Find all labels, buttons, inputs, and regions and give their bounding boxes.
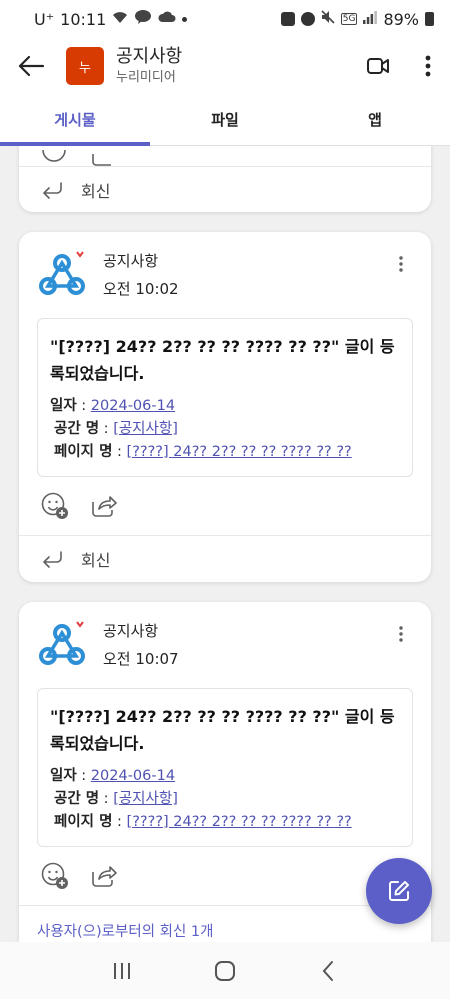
network-type-badge: 5G (340, 13, 358, 25)
more-vertical-icon (399, 626, 403, 642)
team-name: 누리미디어 (116, 70, 176, 85)
post-author[interactable]: 공지사항 (103, 620, 179, 642)
tab-apps-label: 앱 (368, 111, 382, 129)
reply-arrow-icon (43, 550, 62, 568)
status-bar: U⁺ 10:11 5G 89% (0, 0, 450, 38)
notice-title: "[????] 24?? 2?? ?? ?? ???? ?? ??" 글이 등록… (50, 337, 395, 383)
space-link[interactable]: [공지사항] (113, 421, 178, 437)
more-vertical-icon (399, 256, 403, 272)
post-card-partial: 회신 (19, 146, 431, 212)
talk-icon (134, 10, 152, 28)
page-row: 페이지 명 : [????] 24?? 2?? ?? ?? ???? ?? ?? (54, 444, 352, 460)
system-navigation-bar (0, 942, 450, 999)
compose-icon (389, 881, 409, 901)
home-icon (214, 960, 235, 981)
space-link[interactable]: [공지사항] (113, 791, 178, 807)
chevron-left-icon (322, 960, 334, 981)
date-link[interactable]: 2024-06-14 (91, 768, 175, 784)
date-link[interactable]: 2024-06-14 (91, 398, 175, 414)
add-reaction-icon[interactable] (41, 492, 69, 520)
adaptive-card: "[????] 24?? 2?? ?? ?? ???? ?? ??" 글이 등록… (37, 318, 413, 477)
team-avatar-initial: 누 (79, 60, 91, 76)
add-reaction-icon[interactable] (41, 150, 69, 166)
nfc-icon (280, 12, 295, 26)
tab-posts[interactable]: 게시물 (0, 94, 150, 146)
page-row: 페이지 명 : [????] 24?? 2?? ?? ?? ???? ?? ?? (54, 814, 352, 830)
arrow-left-icon (18, 55, 45, 77)
home-button[interactable] (205, 951, 245, 991)
page-label: 페이지 명 (54, 444, 113, 460)
more-vertical-icon (425, 55, 431, 77)
more-options-button[interactable] (406, 38, 450, 94)
reply-button[interactable]: 회신 (19, 535, 431, 581)
system-back-button[interactable] (308, 951, 348, 991)
share-icon[interactable] (91, 154, 117, 166)
page-link[interactable]: [????] 24?? 2?? ?? ?? ???? ?? ?? (127, 444, 352, 460)
reply-label: 회신 (81, 550, 111, 570)
replies-count-label: 사용자(으)로부터의 회신 1개 (37, 924, 214, 940)
tab-apps[interactable]: 앱 (300, 94, 450, 145)
mute-icon (321, 10, 335, 28)
tab-files[interactable]: 파일 (150, 94, 300, 145)
share-icon[interactable] (91, 864, 117, 888)
post-time: 오전 10:07 (103, 650, 179, 668)
alarm-icon (300, 12, 315, 26)
post-more-button[interactable] (389, 252, 413, 276)
battery-percent: 89% (383, 9, 419, 29)
date-label: 일자 (50, 398, 77, 414)
notice-title: "[????] 24?? 2?? ?? ?? ???? ?? ??" 글이 등록… (50, 707, 395, 753)
post-author[interactable]: 공지사항 (103, 250, 179, 272)
adaptive-card: "[????] 24?? 2?? ?? ?? ???? ?? ??" 글이 등록… (37, 688, 413, 847)
post-time: 오전 10:02 (103, 280, 179, 298)
video-call-icon (367, 58, 389, 74)
clock: 10:11 (60, 9, 107, 29)
team-avatar[interactable]: 누 (66, 47, 104, 85)
recent-apps-icon (113, 962, 130, 979)
date-label: 일자 (50, 768, 77, 784)
wifi-icon (112, 11, 128, 28)
webhook-bot-avatar (39, 251, 85, 295)
channel-title: 공지사항 (116, 46, 183, 67)
replies-count-link[interactable]: 사용자(으)로부터의 회신 1개 (19, 905, 431, 942)
battery-icon (425, 12, 434, 26)
share-icon[interactable] (91, 494, 117, 518)
posts-feed[interactable]: 회신 공지사항 오전 10:02 "[????] 24?? 2?? ?? ?? … (0, 146, 450, 942)
signal-icon (363, 10, 378, 28)
webhook-bot-avatar (39, 621, 85, 665)
channel-tabs: 게시물 파일 앱 (0, 94, 450, 146)
space-label: 공간 명 (54, 421, 100, 437)
carrier-label: U⁺ (34, 9, 55, 29)
space-row: 공간 명 : [공지사항] (54, 791, 178, 807)
space-label: 공간 명 (54, 791, 100, 807)
page-link[interactable]: [????] 24?? 2?? ?? ?? ???? ?? ?? (127, 814, 352, 830)
channel-titles[interactable]: 공지사항 누리미디어 (116, 45, 182, 87)
recent-apps-button[interactable] (102, 951, 142, 991)
tab-posts-label: 게시물 (54, 111, 96, 129)
post-card: 공지사항 오전 10:02 "[????] 24?? 2?? ?? ?? ???… (19, 232, 431, 582)
notification-dot-icon (182, 16, 188, 22)
space-row: 공간 명 : [공지사항] (54, 421, 178, 437)
cloud-icon (158, 11, 176, 27)
tab-files-label: 파일 (211, 111, 239, 129)
reply-label: 회신 (81, 181, 111, 201)
app-bar: 누 공지사항 누리미디어 (0, 38, 450, 94)
back-button[interactable] (0, 38, 62, 94)
post-more-button[interactable] (389, 622, 413, 646)
reply-arrow-icon (43, 181, 62, 199)
date-row: 일자 : 2024-06-14 (50, 768, 176, 784)
add-reaction-icon[interactable] (41, 862, 69, 890)
meet-now-button[interactable] (350, 38, 406, 94)
date-row: 일자 : 2024-06-14 (50, 398, 176, 414)
page-label: 페이지 명 (54, 814, 113, 830)
new-post-button[interactable] (366, 858, 432, 924)
reply-button[interactable]: 회신 (19, 166, 431, 212)
